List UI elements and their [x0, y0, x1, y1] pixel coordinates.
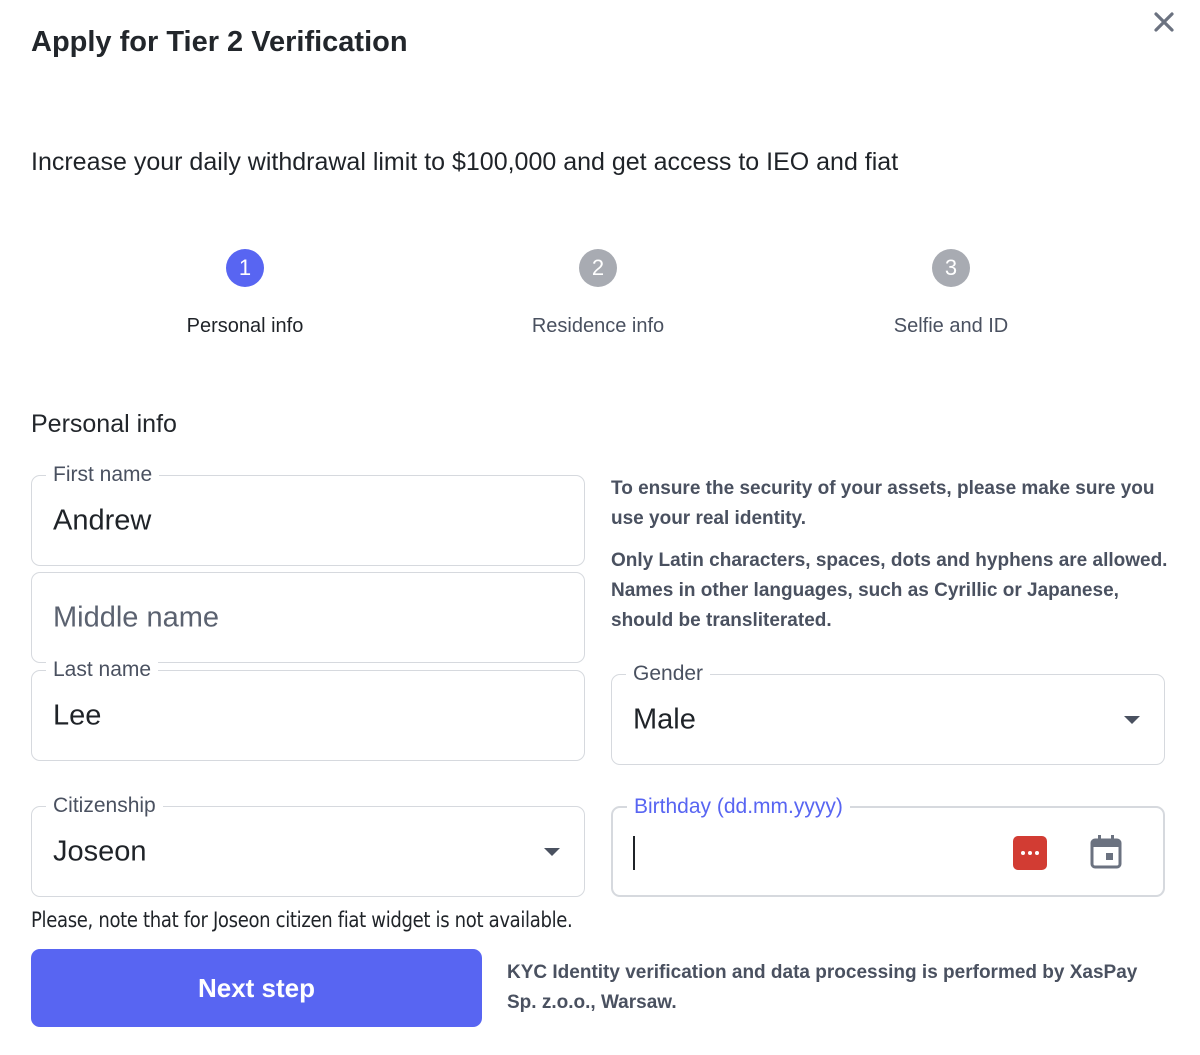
- last-name-label: Last name: [46, 657, 159, 683]
- step-label: Residence info: [531, 315, 665, 337]
- last-name-field[interactable]: Last name Lee: [31, 657, 585, 761]
- citizenship-warning: Please, note that for Joseon citizen fia…: [31, 908, 573, 932]
- birthday-input[interactable]: Birthday (dd.mm.yyyy): [611, 794, 1165, 897]
- chevron-down-icon: [544, 847, 560, 856]
- birthday-label: Birthday (dd.mm.yyyy): [627, 794, 850, 820]
- last-name-value: Lee: [53, 699, 102, 731]
- gender-select[interactable]: Gender Male: [611, 661, 1165, 765]
- section-title: Personal info: [31, 410, 177, 438]
- page-title: Apply for Tier 2 Verification: [31, 26, 408, 58]
- first-name-field[interactable]: First name Andrew: [31, 462, 585, 566]
- kyc-note: KYC Identity verification and data proce…: [507, 962, 1138, 1013]
- step-selfie-and-id: 3 Selfie and ID: [831, 249, 1071, 338]
- first-name-value: Andrew: [53, 504, 152, 536]
- middle-name-field[interactable]: Middle name: [31, 572, 585, 663]
- middle-name-placeholder: Middle name: [53, 601, 220, 633]
- next-step-button[interactable]: Next step: [31, 949, 482, 1027]
- characters-note: Only Latin characters, spaces, dots and …: [611, 550, 1168, 631]
- close-icon[interactable]: [1150, 8, 1178, 36]
- text-cursor: [633, 836, 635, 870]
- step-number: 1: [226, 249, 264, 287]
- first-name-label: First name: [46, 462, 160, 488]
- chevron-down-icon: [1124, 715, 1140, 724]
- page-subtitle: Increase your daily withdrawal limit to …: [31, 148, 899, 176]
- password-manager-icon[interactable]: [1013, 836, 1047, 870]
- step-number: 2: [579, 249, 617, 287]
- gender-label: Gender: [626, 661, 711, 687]
- citizenship-select[interactable]: Citizenship Joseon: [31, 793, 585, 897]
- identity-note: To ensure the security of your assets, p…: [611, 478, 1155, 529]
- gender-value: Male: [633, 703, 696, 735]
- step-residence-info: 2 Residence info: [478, 249, 718, 338]
- step-personal-info: 1 Personal info: [125, 249, 365, 338]
- step-label: Selfie and ID: [893, 315, 1009, 337]
- citizenship-value: Joseon: [53, 835, 147, 867]
- step-number: 3: [932, 249, 970, 287]
- calendar-icon[interactable]: [1089, 834, 1123, 870]
- step-label: Personal info: [186, 315, 304, 337]
- citizenship-label: Citizenship: [46, 793, 163, 819]
